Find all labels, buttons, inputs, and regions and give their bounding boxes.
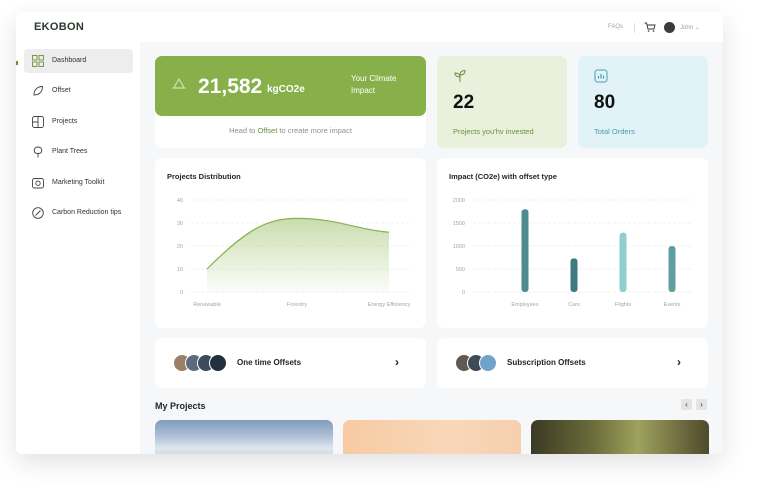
y-tick-label: 1500 bbox=[453, 221, 465, 227]
offset-label: One time Offsets bbox=[237, 358, 302, 367]
offset-label: Subscription Offsets bbox=[507, 358, 586, 367]
impact-label: Your Climate Impact bbox=[351, 74, 397, 95]
project-thumbnail[interactable] bbox=[343, 420, 521, 454]
next-button[interactable]: › bbox=[696, 399, 707, 410]
x-tick-label: Cars bbox=[568, 302, 580, 308]
faqs-link[interactable]: FAQs bbox=[608, 24, 623, 30]
user-name: John bbox=[680, 25, 694, 31]
orders-caption: Total Orders bbox=[594, 127, 635, 136]
projects-caption: Projects you'hv invested bbox=[453, 127, 534, 136]
chevron-down-icon: ⌄ bbox=[694, 25, 700, 31]
projects-distribution-card: Projects Distribution 0 10 20 30 40 Renewable… bbox=[155, 158, 426, 328]
sidebar-item-marketing-toolkit[interactable]: Marketing Toolkit bbox=[24, 171, 133, 195]
grid-icon bbox=[32, 55, 44, 67]
y-tick-label: 1000 bbox=[453, 244, 465, 250]
hint-prefix: Head to bbox=[229, 126, 256, 135]
logo[interactable]: EKOBON bbox=[34, 21, 84, 33]
projects-invested-card[interactable]: 22 Projects you'hv invested bbox=[437, 56, 567, 148]
subscription-offsets-card[interactable]: Subscription Offsets › bbox=[437, 338, 708, 388]
sidebar-item-label: Carbon Reduction tips bbox=[52, 209, 122, 216]
project-thumbnail[interactable] bbox=[155, 420, 333, 454]
impact-unit: kgCO2e bbox=[267, 84, 305, 95]
x-tick-label: Events bbox=[664, 302, 681, 308]
x-tick-label: Renewable bbox=[193, 302, 221, 308]
x-tick-label: Energy Efficiency bbox=[368, 302, 411, 308]
app-window: EKOBON FAQs John ⌄ Dashboard Offset Proj… bbox=[16, 12, 723, 454]
orders-icon bbox=[594, 69, 608, 83]
area-fill bbox=[207, 218, 389, 292]
tree-icon bbox=[33, 146, 43, 158]
top-bar: EKOBON FAQs John ⌄ bbox=[16, 12, 723, 42]
sidebar-item-label: Dashboard bbox=[52, 57, 87, 64]
projects-count: 22 bbox=[453, 92, 475, 113]
bar bbox=[521, 209, 529, 292]
prev-button[interactable]: ‹ bbox=[681, 399, 692, 410]
sidebar-item-label: Offset bbox=[52, 87, 71, 94]
x-tick-label: Forestry bbox=[287, 302, 307, 308]
offset-link[interactable]: Offset bbox=[257, 126, 277, 135]
divider bbox=[634, 23, 635, 33]
plant-icon bbox=[454, 69, 466, 82]
carbon-icon bbox=[32, 207, 44, 219]
y-tick-label: 500 bbox=[456, 267, 465, 273]
orders-count: 80 bbox=[594, 92, 616, 113]
sidebar-item-label: Marketing Toolkit bbox=[52, 179, 105, 186]
cart-icon[interactable] bbox=[644, 22, 656, 32]
impact-value: 21,582 bbox=[198, 75, 263, 98]
active-indicator bbox=[16, 61, 18, 65]
impact-chart-card: Impact (CO2e) with offset type 0 500 1000 1… bbox=[437, 158, 708, 328]
user-menu[interactable]: John ⌄ bbox=[680, 24, 700, 31]
sidebar-item-plant-trees[interactable]: Plant Trees bbox=[24, 140, 133, 164]
y-tick-label: 0 bbox=[180, 290, 183, 296]
avatar[interactable] bbox=[664, 22, 675, 33]
y-tick-label: 20 bbox=[177, 244, 183, 250]
sidebar-item-label: Projects bbox=[52, 118, 78, 125]
impact-hint: Head to Offset to create more impact bbox=[155, 126, 426, 135]
hint-suffix: to create more impact bbox=[279, 126, 352, 135]
avatar bbox=[479, 354, 497, 372]
climate-impact-card: 21,582 kgCO2e Your Climate Impact Head t… bbox=[155, 56, 426, 148]
project-thumbnail[interactable] bbox=[531, 420, 709, 454]
y-tick-label: 30 bbox=[177, 221, 183, 227]
recycle-icon bbox=[172, 78, 186, 89]
y-tick-label: 0 bbox=[462, 290, 465, 296]
leaf-icon bbox=[33, 86, 43, 96]
avatar-group bbox=[455, 354, 515, 372]
layout-icon bbox=[32, 116, 44, 128]
chevron-right-icon[interactable]: › bbox=[395, 355, 399, 369]
y-tick-label: 40 bbox=[177, 198, 183, 204]
toolkit-icon bbox=[32, 178, 44, 189]
total-orders-card[interactable]: 80 Total Orders bbox=[578, 56, 708, 148]
sidebar: Dashboard Offset Projects Plant Trees Ma… bbox=[16, 42, 140, 454]
avatar-group bbox=[173, 354, 233, 372]
one-time-offsets-card[interactable]: One time Offsets › bbox=[155, 338, 426, 388]
sidebar-item-dashboard[interactable]: Dashboard bbox=[24, 49, 133, 73]
y-tick-label: 10 bbox=[177, 267, 183, 273]
x-tick-label: Employees bbox=[511, 302, 538, 308]
sidebar-item-projects[interactable]: Projects bbox=[24, 110, 133, 134]
y-tick-label: 2000 bbox=[453, 198, 465, 204]
bar bbox=[619, 232, 627, 292]
sidebar-item-label: Plant Trees bbox=[52, 148, 88, 155]
section-title: My Projects bbox=[155, 401, 206, 411]
bar-chart: 0 500 1000 1500 2000 Employees Cars Flights Even… bbox=[453, 198, 692, 308]
bar bbox=[668, 246, 676, 292]
bar bbox=[570, 258, 578, 292]
x-tick-label: Flights bbox=[615, 302, 631, 308]
sidebar-item-carbon-tips[interactable]: Carbon Reduction tips bbox=[24, 201, 133, 225]
chevron-right-icon[interactable]: › bbox=[677, 355, 681, 369]
sidebar-item-offset[interactable]: Offset bbox=[24, 79, 133, 103]
area-chart: 0 10 20 30 40 Renewable Forestry Energy Efficie… bbox=[177, 198, 411, 308]
climate-impact-banner: 21,582 kgCO2e Your Climate Impact bbox=[155, 56, 426, 116]
avatar bbox=[209, 354, 227, 372]
